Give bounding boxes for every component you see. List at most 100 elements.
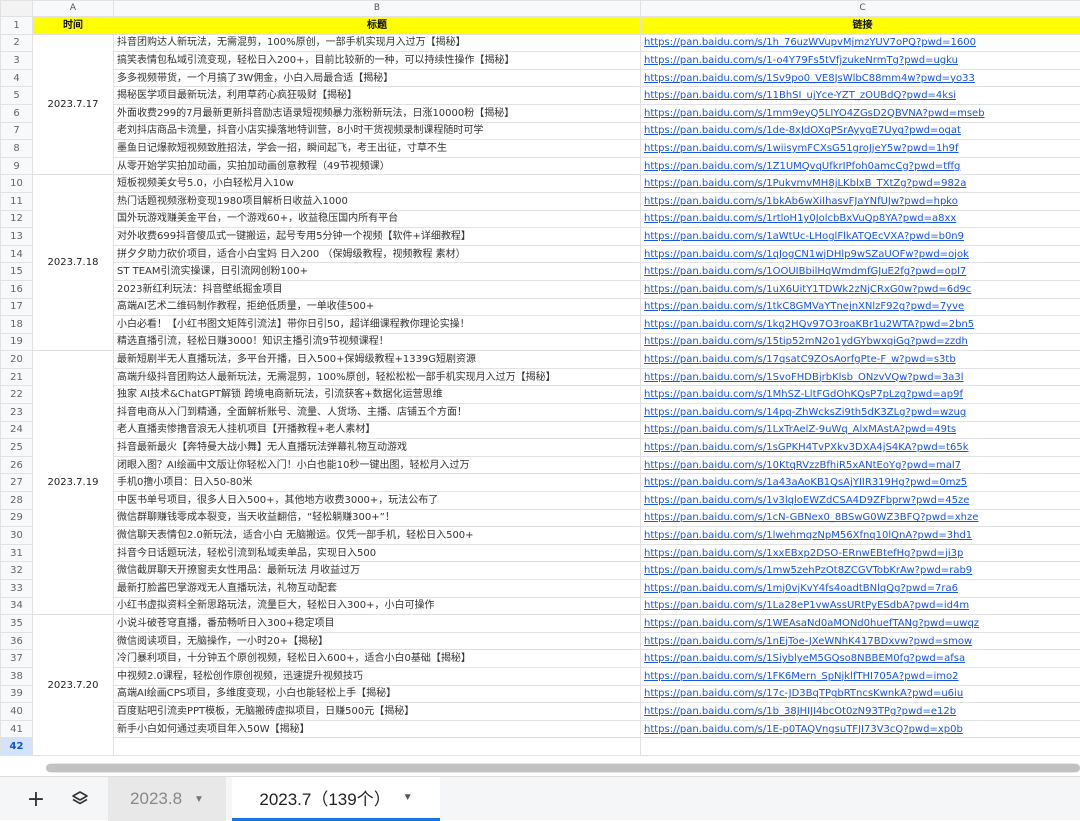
link-cell[interactable]: https://pan.baidu.com/s/1cN-GBNex0_8BSwG… <box>641 509 1080 527</box>
row-number[interactable]: 9 <box>1 157 33 175</box>
row-number[interactable]: 2 <box>1 34 33 52</box>
link-cell[interactable]: https://pan.baidu.com/s/1uX6UitY1TDWk2zN… <box>641 280 1080 298</box>
row-number[interactable]: 40 <box>1 703 33 721</box>
add-sheet-button[interactable]: + <box>22 785 50 813</box>
title-cell[interactable]: 2023新红利玩法：抖音壁纸掘金项目 <box>114 280 641 298</box>
link-cell[interactable]: https://pan.baidu.com/s/11BhSI_ujYce-YZT… <box>641 87 1080 105</box>
link-cell[interactable]: https://pan.baidu.com/s/1rtloH1y0JolcbBx… <box>641 210 1080 228</box>
link-cell[interactable]: https://pan.baidu.com/s/1lwehmqzNpM56Xfn… <box>641 527 1080 545</box>
link-cell[interactable]: https://pan.baidu.com/s/1aWtUc-LHoglFlkA… <box>641 228 1080 246</box>
link-cell[interactable]: https://pan.baidu.com/s/1nEjToe-JXeWNhK4… <box>641 632 1080 650</box>
title-cell[interactable]: 抖音团购达人新玩法，无需混剪，100%原创，一部手机实现月入过万【揭秘】 <box>114 34 641 52</box>
row-number[interactable]: 37 <box>1 650 33 668</box>
date-cell[interactable]: 2023.7.17 <box>33 34 114 175</box>
row-number[interactable]: 27 <box>1 474 33 492</box>
title-cell[interactable]: 高端升级抖音团购达人最新玩法，无需混剪，100%原创，轻松松松一部手机实现月入过… <box>114 368 641 386</box>
row-number[interactable]: 41 <box>1 720 33 738</box>
link-cell[interactable]: https://pan.baidu.com/s/1SvoFHDBjrbKlsb_… <box>641 368 1080 386</box>
row-number[interactable]: 29 <box>1 509 33 527</box>
link-cell[interactable]: https://pan.baidu.com/s/1xxEBxp2DSO-ERnw… <box>641 544 1080 562</box>
row-number[interactable]: 11 <box>1 192 33 210</box>
title-cell[interactable]: 精选直播引流，轻松日赚3000！知识主播引流9节视频课程！ <box>114 333 641 351</box>
link-cell[interactable]: https://pan.baidu.com/s/1SiyblyeM5GQso8N… <box>641 650 1080 668</box>
title-cell[interactable]: 手机0撸小项目：日入50-80米 <box>114 474 641 492</box>
link-cell[interactable]: https://pan.baidu.com/s/14pq-ZhWcksZi9th… <box>641 404 1080 422</box>
date-cell[interactable]: 2023.7.18 <box>33 175 114 351</box>
title-cell[interactable]: 拼夕夕助力砍价项目，适合小白宝妈 日入200 （保姆级教程，视频教程 素材） <box>114 245 641 263</box>
link-cell[interactable]: https://pan.baidu.com/s/1b_38JHIJI4bcOt0… <box>641 703 1080 721</box>
link-cell[interactable]: https://pan.baidu.com/s/15tip52mN2o1ydGY… <box>641 333 1080 351</box>
row-number[interactable]: 25 <box>1 439 33 457</box>
title-cell[interactable]: 小白必看！【小红书图文矩阵引流法】带你日引50，超详细课程教你理论实操！ <box>114 316 641 334</box>
row-number[interactable]: 33 <box>1 580 33 598</box>
link-cell[interactable]: https://pan.baidu.com/s/17qsatC9ZOsAorfg… <box>641 351 1080 369</box>
row-number[interactable]: 21 <box>1 368 33 386</box>
title-cell[interactable]: 中医书单号项目，很多人日入500+，其他地方收费3000+，玩法公布了 <box>114 492 641 510</box>
link-cell[interactable]: https://pan.baidu.com/s/1tkC8GMVaYTnejnX… <box>641 298 1080 316</box>
link-cell[interactable]: https://pan.baidu.com/s/1mw5zehPzOt8ZCGV… <box>641 562 1080 580</box>
row-number[interactable]: 16 <box>1 280 33 298</box>
title-cell[interactable]: 微信聊天表情包2.0新玩法，适合小白 无脑搬运。仅凭一部手机，轻松日入500+ <box>114 527 641 545</box>
title-cell[interactable]: 从零开始学实拍加动画，实拍加动画创意教程（49节视频课） <box>114 157 641 175</box>
caret-down-icon[interactable]: ▼ <box>194 794 204 805</box>
title-cell[interactable]: 搞笑表情包私域引流变现，轻松日入200+，目前比较新的一种，可以持续性操作【揭秘… <box>114 52 641 70</box>
row-number[interactable]: 14 <box>1 245 33 263</box>
title-cell[interactable]: 抖音电商从入门到精通，全面解析账号、流量、人货场、主播、店铺五个方面！ <box>114 404 641 422</box>
row-number[interactable]: 15 <box>1 263 33 281</box>
scrollbar-thumb[interactable] <box>46 764 1080 772</box>
row-number[interactable]: 39 <box>1 685 33 703</box>
link-cell[interactable]: https://pan.baidu.com/s/1mm9eyQ5LIYO4ZGs… <box>641 104 1080 122</box>
row-number[interactable]: 12 <box>1 210 33 228</box>
link-cell[interactable]: https://pan.baidu.com/s/1PukvmvMH8jLKblx… <box>641 175 1080 193</box>
link-cell[interactable]: https://pan.baidu.com/s/1La28eP1vwAssURt… <box>641 597 1080 615</box>
row-number[interactable]: 10 <box>1 175 33 193</box>
title-cell[interactable]: 老人直播卖惨撸音浪无人挂机项目【开播教程+老人素材】 <box>114 421 641 439</box>
row-number[interactable]: 17 <box>1 298 33 316</box>
row-number[interactable]: 34 <box>1 597 33 615</box>
row-number[interactable]: 32 <box>1 562 33 580</box>
title-cell[interactable]: 抖音最新最火【奔特曼大战小舞】无人直播玩法弹幕礼物互动游戏 <box>114 439 641 457</box>
link-cell[interactable]: https://pan.baidu.com/s/1h_76uzWVupvMjmz… <box>641 34 1080 52</box>
link-cell[interactable]: https://pan.baidu.com/s/1v3lqloEWZdCSA4D… <box>641 492 1080 510</box>
link-cell[interactable]: https://pan.baidu.com/s/1a43aAoKB1QsAjYI… <box>641 474 1080 492</box>
row-number[interactable]: 7 <box>1 122 33 140</box>
column-header-a[interactable]: A <box>33 1 114 17</box>
link-cell[interactable]: https://pan.baidu.com/s/10KtqRVzzBfhiR5x… <box>641 456 1080 474</box>
link-cell[interactable]: https://pan.baidu.com/s/1LxTrAelZ-9uWq_A… <box>641 421 1080 439</box>
row-number[interactable]: 30 <box>1 527 33 545</box>
column-header-c[interactable]: C <box>641 1 1080 17</box>
link-cell[interactable]: https://pan.baidu.com/s/1qJogCN1wjDHlp9w… <box>641 245 1080 263</box>
row-number[interactable]: 31 <box>1 544 33 562</box>
link-cell[interactable]: https://pan.baidu.com/s/1MhSZ-LltFGdOhKQ… <box>641 386 1080 404</box>
link-cell[interactable] <box>641 738 1080 756</box>
title-cell[interactable]: 最新短剧半无人直播玩法，多平台开播，日入500+保姆级教程+1339G短剧资源 <box>114 351 641 369</box>
title-cell[interactable]: 短板视频美女号5.0，小白轻松月入10w <box>114 175 641 193</box>
title-cell[interactable]: 小红书虚拟资料全新思路玩法，流量巨大，轻松日入300+，小白可操作 <box>114 597 641 615</box>
title-cell[interactable]: 中视频2.0课程，轻松创作原创视频，迅速提升视频技巧 <box>114 667 641 685</box>
link-cell[interactable]: https://pan.baidu.com/s/1WEAsaNd0aMONd0h… <box>641 615 1080 633</box>
title-cell[interactable]: 高端AI绘画CPS项目，多维度变现，小白也能轻松上手【揭秘】 <box>114 685 641 703</box>
row-number[interactable]: 1 <box>1 17 33 35</box>
row-number[interactable]: 38 <box>1 667 33 685</box>
row-number[interactable]: 26 <box>1 456 33 474</box>
row-number[interactable]: 18 <box>1 316 33 334</box>
title-cell[interactable]: 独家 AI技术&ChatGPT解锁 跨境电商新玩法，引流获客+数据化运营思维 <box>114 386 641 404</box>
title-cell[interactable]: 外面收费299的7月最新更新抖音励志语录短视频暴力涨粉新玩法，日涨10000粉【… <box>114 104 641 122</box>
title-cell[interactable]: 老刘抖店商品卡流量，抖音小店实操落地特训营，8小时干货视频录制课程随时可学 <box>114 122 641 140</box>
title-cell[interactable]: 抖音今日话题玩法，轻松引流到私域卖单品，实现日入500 <box>114 544 641 562</box>
select-all-corner[interactable] <box>1 1 33 17</box>
row-number[interactable]: 4 <box>1 69 33 87</box>
header-cell-title[interactable]: 标题 <box>114 17 641 35</box>
column-header-b[interactable]: B <box>114 1 641 17</box>
row-number[interactable]: 13 <box>1 228 33 246</box>
link-cell[interactable]: https://pan.baidu.com/s/1wiisymFCXsG51gr… <box>641 140 1080 158</box>
link-cell[interactable]: https://pan.baidu.com/s/1de-8xJdOXqPSrAy… <box>641 122 1080 140</box>
title-cell[interactable]: 冷门暴利项目，十分钟五个原创视频，轻松日入600+，适合小白0基础【揭秘】 <box>114 650 641 668</box>
row-number[interactable]: 22 <box>1 386 33 404</box>
link-cell[interactable]: https://pan.baidu.com/s/1bkAb6wXiIhasvFJ… <box>641 192 1080 210</box>
title-cell[interactable]: 热门话题视频涨粉变现1980项目解析日收益入1000 <box>114 192 641 210</box>
title-cell[interactable]: 高端AI艺术二维码制作教程，拒绝低质量，一单收佳500+ <box>114 298 641 316</box>
title-cell[interactable]: 闭眼入图？AI绘画中文版让你轻松入门！小白也能10秒一键出图，轻松月入过万 <box>114 456 641 474</box>
spreadsheet-grid[interactable]: A B C 1 时间 标题 链接 22023.7.17抖音团购达人新玩法，无需混… <box>0 0 1080 776</box>
title-cell[interactable]: 国外玩游戏赚美金平台，一个游戏60+，收益稳压国内所有平台 <box>114 210 641 228</box>
